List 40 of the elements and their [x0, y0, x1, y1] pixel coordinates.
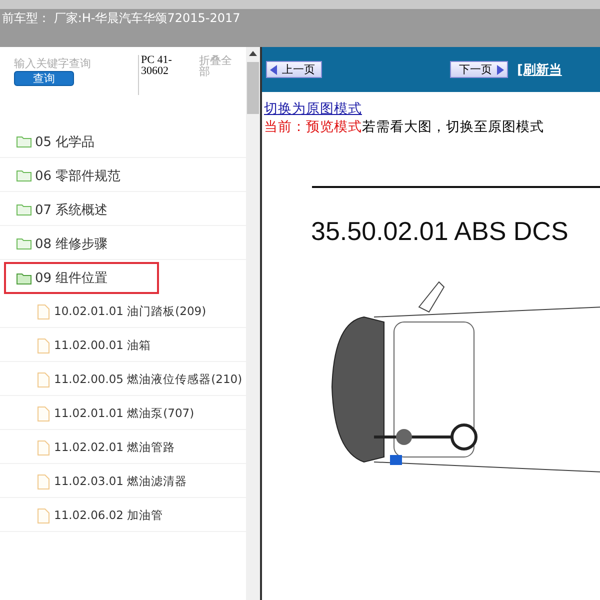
- document-icon: [37, 304, 50, 320]
- mode-status-label: 当前：预览模式: [264, 118, 362, 136]
- folder-icon: [16, 169, 32, 182]
- folder-icon: [16, 135, 32, 148]
- right-arrow-icon: [496, 64, 504, 74]
- document-icon: [37, 406, 50, 422]
- tree-folder-item[interactable]: 06 零部件规范: [0, 160, 246, 192]
- left-arrow-icon: [270, 64, 278, 74]
- next-page-button[interactable]: 下一页: [450, 61, 508, 78]
- tree-document-item[interactable]: 11.02.03.01 燃油滤清器: [0, 466, 246, 498]
- switch-mode-link[interactable]: 切换为原图模式: [264, 100, 362, 118]
- search-button[interactable]: 查询: [14, 71, 74, 86]
- tree-document-item[interactable]: 11.02.01.01 燃油泵(707): [0, 398, 246, 430]
- part-code: PC 41-30602: [138, 55, 193, 95]
- tree-folder-item[interactable]: 08 维修步骤: [0, 228, 246, 260]
- tree-folder-item[interactable]: 09 组件位置: [4, 262, 159, 294]
- document-icon: [37, 474, 50, 490]
- previous-page-button[interactable]: 上一页: [266, 61, 322, 78]
- search-field[interactable]: 输入关键字查询: [14, 55, 124, 71]
- scrollbar[interactable]: [246, 47, 260, 600]
- vehicle-title: 前车型： 厂家:H-华晨汽车华颂72015-2017: [2, 10, 242, 27]
- document-icon: [37, 372, 50, 388]
- mode-hint-text: 若需看大图，切换至原图模式: [362, 118, 544, 136]
- refresh-link[interactable]: [刷新当: [517, 60, 562, 78]
- folder-icon: [16, 237, 32, 250]
- document-icon: [37, 508, 50, 524]
- folder-icon: [16, 203, 32, 216]
- tree-folder-item[interactable]: 07 系统概述: [0, 194, 246, 226]
- diagram-heading: 35.50.02.01 ABS DCS: [311, 216, 570, 247]
- tree-document-item[interactable]: 11.02.06.02 加油管: [0, 500, 246, 532]
- tree-folder-item[interactable]: 05 化学品: [0, 126, 246, 158]
- tree-document-item[interactable]: 11.02.00.05 燃油液位传感器(210): [0, 364, 246, 396]
- scrollbar-thumb[interactable]: [247, 62, 259, 114]
- document-icon: [37, 440, 50, 456]
- tree-document-item[interactable]: 10.02.01.01 油门踏板(209): [0, 296, 246, 328]
- tree-document-item[interactable]: 11.02.02.01 燃油管路: [0, 432, 246, 464]
- up-arrow-icon[interactable]: [249, 51, 257, 56]
- folder-icon: [16, 272, 32, 284]
- tree-document-item[interactable]: 11.02.00.01 油箱: [0, 330, 246, 362]
- document-icon: [37, 338, 50, 354]
